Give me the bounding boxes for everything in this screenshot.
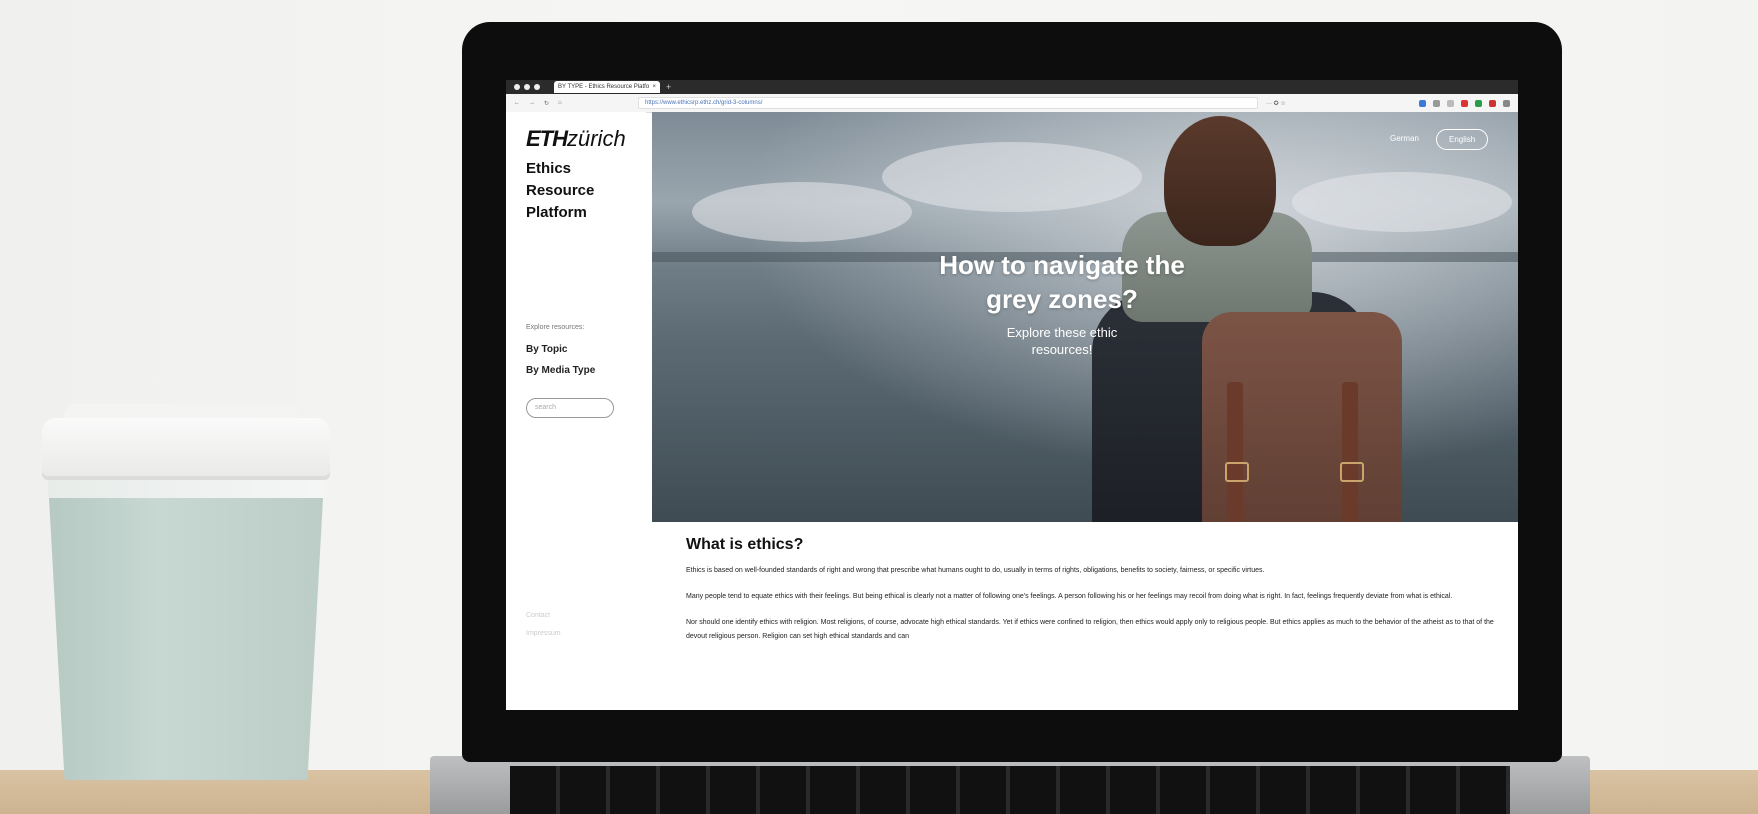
- backpack-strap: [1227, 382, 1243, 522]
- backpack-buckle: [1225, 462, 1249, 482]
- extension-icon[interactable]: [1419, 99, 1426, 107]
- section-heading: What is ethics?: [686, 536, 804, 553]
- extension-icon[interactable]: [1489, 99, 1496, 107]
- paragraph: Ethics is based on well-founded standard…: [686, 567, 1265, 574]
- sidebar-icon[interactable]: [1447, 99, 1454, 107]
- laptop-screen: BY TYPE - Ethics Resource Platfo × + ← →…: [506, 80, 1518, 710]
- eth-logo[interactable]: ETHzürich: [526, 126, 626, 152]
- maximize-window-icon[interactable]: [534, 84, 540, 90]
- cup-lid: [42, 418, 330, 480]
- lang-english-button[interactable]: English: [1436, 129, 1489, 150]
- forward-arrow-icon[interactable]: →: [529, 100, 535, 107]
- hero-banner: How to navigate the grey zones? Explore …: [652, 112, 1518, 522]
- library-icon[interactable]: [1433, 99, 1440, 107]
- hero-subtitle-line: Explore these ethic: [1006, 325, 1118, 340]
- nav-by-media-type[interactable]: By Media Type: [526, 365, 595, 376]
- backpack-buckle: [1340, 462, 1364, 482]
- close-window-icon[interactable]: [514, 84, 520, 90]
- address-bar[interactable]: https://www.ethicsrp.ethz.ch/grid-3-colu…: [638, 97, 1258, 109]
- window-controls[interactable]: [514, 84, 540, 90]
- hero-cloud: [1292, 172, 1512, 232]
- hero-title-line: grey zones?: [986, 284, 1138, 314]
- explore-label: Explore resources:: [526, 324, 585, 331]
- hero-title-line: How to navigate the: [939, 250, 1185, 280]
- hero-person-hair: [1164, 116, 1276, 246]
- hero-title: How to navigate the grey zones?: [832, 248, 1292, 316]
- logo-bold: ETH: [526, 126, 568, 151]
- browser-tab-bar: BY TYPE - Ethics Resource Platfo × +: [506, 80, 1518, 94]
- reload-icon[interactable]: ↻: [544, 100, 549, 107]
- adblock-icon[interactable]: [1461, 99, 1468, 107]
- website: ETHzürich Ethics Resource Platform Explo…: [506, 112, 1518, 710]
- home-icon[interactable]: ⌂: [558, 100, 562, 107]
- site-title-line: Platform: [526, 204, 587, 221]
- extension-icons: [1419, 99, 1510, 107]
- site-title-line: Ethics: [526, 160, 572, 177]
- footer-contact-link[interactable]: Contact: [526, 612, 550, 619]
- tab-title: BY TYPE - Ethics Resource Platfo: [558, 84, 650, 90]
- search-input[interactable]: search: [526, 398, 614, 418]
- site-title[interactable]: Ethics Resource Platform: [526, 158, 594, 224]
- minimize-window-icon[interactable]: [524, 84, 530, 90]
- menu-icon[interactable]: [1503, 99, 1510, 107]
- paragraph: Nor should one identify ethics with reli…: [686, 619, 1494, 640]
- lang-german-button[interactable]: German: [1390, 134, 1419, 143]
- tab-close-icon[interactable]: ×: [652, 84, 656, 90]
- nav-buttons: ← → ↻ ⌂: [514, 100, 594, 107]
- paragraph: Many people tend to equate ethics with t…: [686, 593, 1453, 600]
- hero-subtitle-line: resources!: [1031, 342, 1093, 357]
- site-sidebar: ETHzürich Ethics Resource Platform Explo…: [506, 112, 646, 710]
- new-tab-button[interactable]: +: [666, 82, 671, 92]
- address-url: https://www.ethicsrp.ethz.ch/grid-3-colu…: [645, 100, 763, 106]
- backpack-strap: [1342, 382, 1358, 522]
- extension-icon[interactable]: [1475, 99, 1482, 107]
- hero-cloud: [692, 182, 912, 242]
- site-title-line: Resource: [526, 182, 595, 199]
- main-content: What is ethics? Ethics is based on well-…: [686, 536, 1496, 656]
- browser-toolbar: ← → ↻ ⌂ https://www.ethicsrp.ethz.ch/gri…: [506, 94, 1518, 113]
- logo-italic: zürich: [567, 126, 626, 151]
- hero-cloud: [882, 142, 1142, 212]
- page-actions[interactable]: ··· ✪ ☆: [1266, 100, 1286, 107]
- hero-subtitle: Explore these ethic resources!: [912, 324, 1212, 358]
- nav-by-topic[interactable]: By Topic: [526, 344, 567, 355]
- back-arrow-icon[interactable]: ←: [514, 100, 520, 107]
- cup-band: [48, 480, 324, 498]
- coffee-cup: [38, 404, 334, 798]
- browser-tab[interactable]: BY TYPE - Ethics Resource Platfo ×: [554, 81, 660, 93]
- cup-body: [48, 480, 324, 780]
- laptop-keyboard: [510, 766, 1510, 814]
- footer-impressum-link[interactable]: Impressum: [526, 630, 561, 637]
